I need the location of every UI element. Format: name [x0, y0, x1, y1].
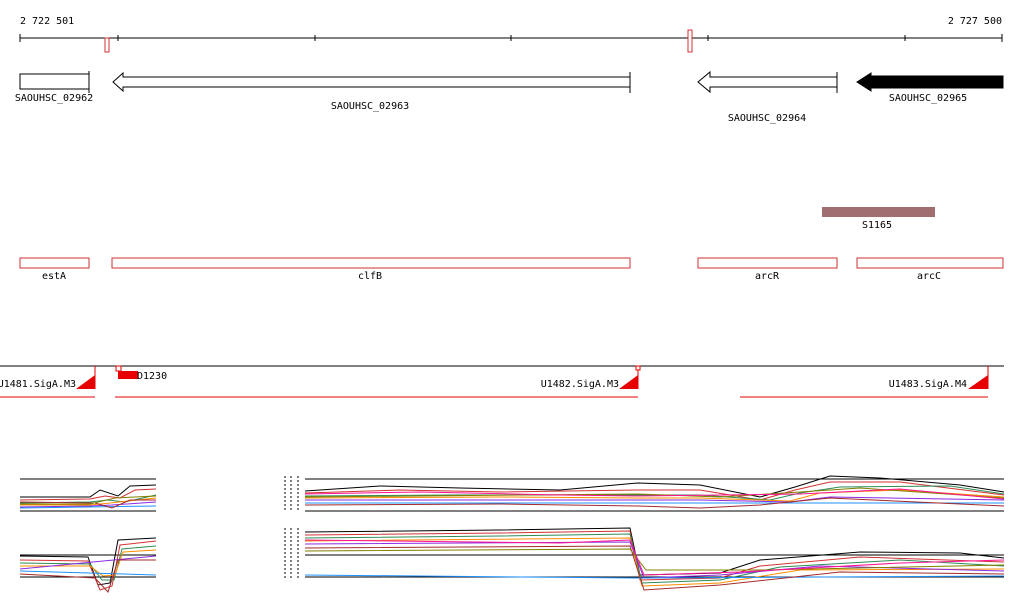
svg-text:arcR: arcR: [755, 271, 780, 282]
svg-text:estA: estA: [42, 271, 66, 282]
expression-track-top: [19, 475, 1005, 512]
ruler-start-label: 2 722 501: [20, 16, 74, 27]
gene-saouhsc-02964[interactable]: SAOUHSC_02964: [697, 70, 838, 124]
gene-label: SAOUHSC_02965: [889, 93, 967, 104]
gene-name-clfb[interactable]: clfB: [111, 257, 631, 282]
svg-text:clfB: clfB: [358, 271, 382, 282]
transcript-u1481[interactable]: U1481.SigA.M3: [0, 366, 96, 398]
svg-text:U1482.SigA.M3: U1482.SigA.M3: [541, 379, 619, 390]
expression-lines-bottom: [19, 527, 1005, 593]
gene-label: SAOUHSC_02964: [728, 113, 806, 124]
gene-name-track: estA clfB arcR arcC: [19, 257, 1004, 282]
gene-name-arcc[interactable]: arcC: [856, 257, 1004, 282]
ruler-marker[interactable]: [687, 29, 693, 53]
gene-saouhsc-02963[interactable]: SAOUHSC_02963: [112, 71, 631, 112]
ruler-marker[interactable]: [104, 37, 110, 53]
expression-lines-top: [19, 475, 1005, 509]
ruler-end-label: 2 727 500: [948, 16, 1002, 27]
svg-text:U1483.SigA.M4: U1483.SigA.M4: [889, 379, 967, 390]
expression-track-bottom: [19, 476, 1005, 593]
gene-track: SAOUHSC_02962 SAOUHSC_02963 SAOUHSC_0296…: [15, 70, 1004, 124]
genome-browser-view: 2 722 501 2 727 500 SAOUHSC_02962 SAOUHS…: [0, 16, 1005, 593]
gene-saouhsc-02962[interactable]: SAOUHSC_02962: [15, 71, 93, 104]
feature-s1165[interactable]: S1165: [822, 207, 935, 231]
expression-gap-markers: [284, 476, 299, 580]
gene-name-arcr[interactable]: arcR: [697, 257, 838, 282]
transcript-u1482[interactable]: U1482.SigA.M3: [115, 365, 641, 398]
feature-s1165-label: S1165: [862, 220, 892, 231]
gene-name-esta[interactable]: estA: [19, 257, 90, 282]
coordinate-ruler: 2 722 501 2 727 500: [19, 16, 1003, 53]
transcript-track: U1481.SigA.M3 D1230 U1482.SigA.M3 U1483.…: [0, 365, 1004, 398]
transcript-d1230[interactable]: D1230: [115, 365, 167, 382]
gene-label: SAOUHSC_02962: [15, 93, 93, 104]
svg-text:arcC: arcC: [917, 271, 941, 282]
gene-saouhsc-02965[interactable]: SAOUHSC_02965: [856, 72, 1004, 104]
gene-label: SAOUHSC_02963: [331, 101, 409, 112]
transcript-u1483[interactable]: U1483.SigA.M4: [740, 366, 989, 398]
svg-text:U1481.SigA.M3: U1481.SigA.M3: [0, 379, 76, 390]
svg-text:D1230: D1230: [137, 371, 167, 382]
